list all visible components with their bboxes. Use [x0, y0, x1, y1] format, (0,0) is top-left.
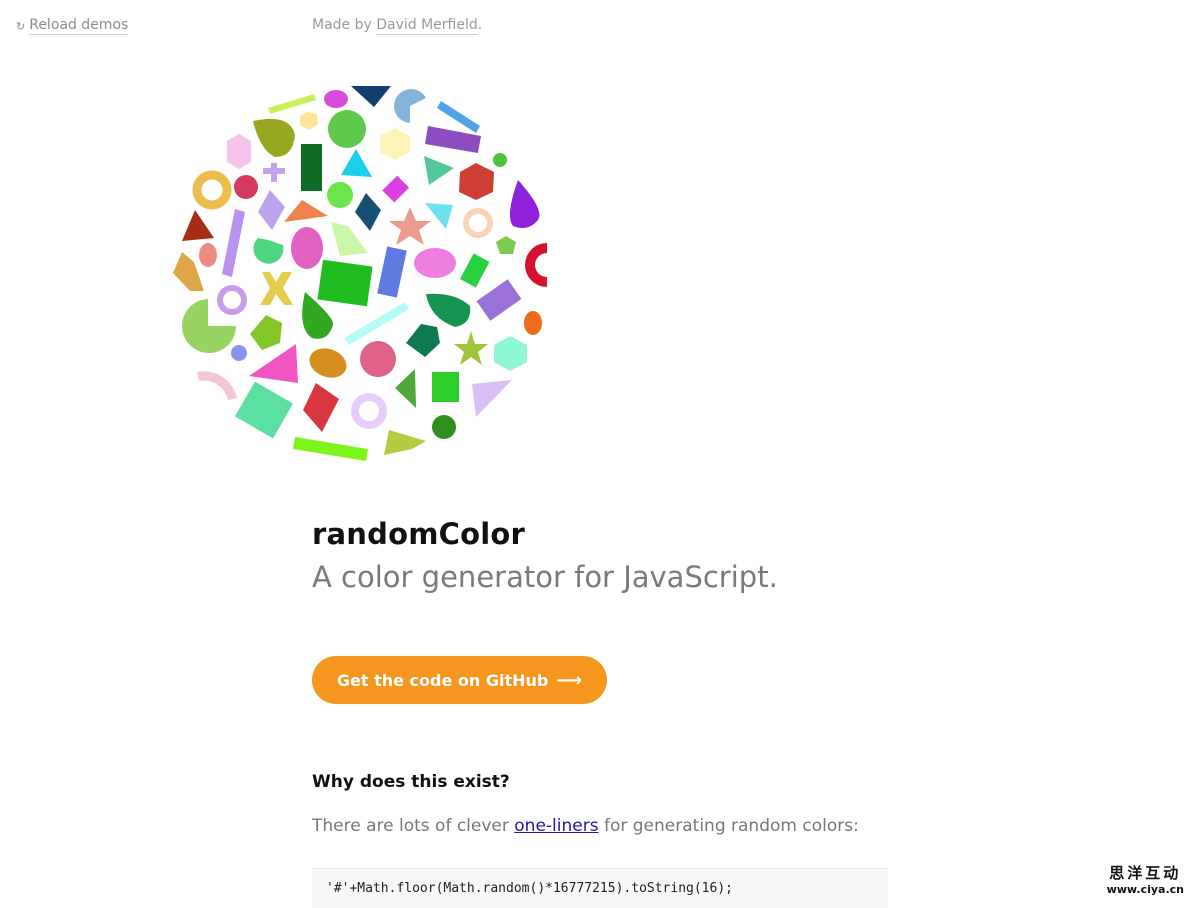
- shape-ring: [463, 208, 493, 238]
- shape-ellipse: [291, 227, 323, 269]
- shape-pentagon: [250, 315, 282, 350]
- shape-ellipse: [414, 248, 456, 278]
- shape-triangle: [284, 200, 328, 222]
- shape-bar: [476, 279, 522, 321]
- shape-triangle: [351, 86, 391, 107]
- shape-hexagon: [227, 134, 251, 169]
- shape-diamond: [460, 253, 490, 288]
- shape-diamond: [382, 175, 410, 203]
- shape-hexagon: [459, 163, 494, 200]
- reload-demos-link[interactable]: Reload demos: [29, 17, 129, 35]
- author-link[interactable]: David Merfield: [376, 17, 478, 35]
- shape-bar: [222, 209, 245, 277]
- one-liners-link[interactable]: one-liners: [514, 816, 598, 836]
- watermark-title: 思洋互动: [1109, 864, 1182, 882]
- shape-triangle: [395, 369, 416, 408]
- shape-diamond: [234, 381, 294, 439]
- shape-rect: [317, 259, 373, 307]
- shape-rect: [301, 144, 322, 191]
- shape-ring: [351, 393, 387, 429]
- shape-teardrop: [253, 118, 295, 157]
- shape-bar: [437, 101, 480, 133]
- shape-ellipse: [309, 348, 347, 378]
- intro-text-before: There are lots of clever: [312, 816, 515, 836]
- shape-bar: [268, 94, 316, 114]
- watermark-url: www.ciya.cn: [1106, 883, 1184, 896]
- shape-teardrop: [509, 180, 540, 228]
- shape-bar: [293, 437, 368, 461]
- shape-hexagon: [300, 112, 318, 130]
- shape-triangle: [249, 344, 298, 383]
- page-subtitle: A color generator for JavaScript.: [312, 560, 778, 594]
- github-button[interactable]: Get the code on GitHub ⟶: [312, 656, 607, 704]
- shape-circle: [432, 415, 456, 439]
- shape-circle: [234, 175, 258, 199]
- shape-pacman: [394, 89, 426, 123]
- shape-pentagon: [406, 324, 440, 357]
- shape-ring: [217, 285, 247, 315]
- shape-triangle: [341, 149, 372, 177]
- shape-star: [389, 207, 431, 245]
- shape-circle: [360, 341, 396, 377]
- shape-ring: [192, 170, 232, 210]
- shape-diamond: [355, 193, 381, 231]
- arrow-right-icon: ⟶: [556, 669, 583, 691]
- section-heading: Why does this exist?: [312, 772, 510, 792]
- credit-suffix: .: [477, 17, 483, 33]
- shape-diamond: [303, 383, 339, 432]
- shape-ellipse: [524, 311, 542, 335]
- shape-arc: [197, 371, 237, 400]
- shape-star: [454, 331, 488, 365]
- shape-circle: [327, 182, 353, 208]
- shape-hexagon: [494, 336, 527, 371]
- page-title: randomColor: [312, 517, 525, 551]
- code-block: '#'+Math.floor(Math.random()*16777215).t…: [312, 868, 888, 908]
- intro-paragraph: There are lots of clever one-liners for …: [312, 816, 859, 836]
- shape-triangle: [424, 156, 454, 185]
- shape-plus: [263, 163, 285, 182]
- github-button-label: Get the code on GitHub: [336, 670, 549, 690]
- credit-line: Made by David Merfield.: [312, 17, 483, 35]
- shape-triangle: [472, 380, 512, 417]
- shape-ring: [525, 243, 547, 287]
- random-shapes-illustration: [173, 86, 547, 461]
- shape-rect: [432, 372, 459, 402]
- intro-text-after: for generating random colors:: [598, 816, 859, 836]
- credit-prefix: Made by: [312, 17, 377, 33]
- shape-cross: [260, 272, 293, 305]
- shape-teardrop: [426, 293, 471, 327]
- shape-diamond: [258, 190, 285, 230]
- shape-trapezoid: [384, 430, 426, 455]
- shape-circle: [493, 153, 507, 167]
- shape-circle: [328, 110, 366, 148]
- shape-ellipse: [199, 243, 217, 267]
- shape-triangle: [425, 203, 453, 229]
- shape-pacman: [182, 299, 236, 353]
- shape-trapezoid: [331, 222, 368, 256]
- reload-demos[interactable]: ↻ Reload demos: [16, 17, 129, 35]
- shape-rect: [377, 246, 407, 298]
- shape-hexagon: [380, 128, 410, 160]
- shape-bar: [344, 302, 409, 345]
- reload-icon: ↻: [16, 19, 26, 33]
- shape-pentagon: [496, 236, 516, 254]
- shape-triangle: [182, 210, 214, 241]
- shape-ellipse: [324, 90, 348, 108]
- shape-pacman: [253, 238, 284, 264]
- shape-circle: [231, 345, 247, 361]
- watermark: 思洋互动 www.ciya.cn: [1107, 862, 1184, 896]
